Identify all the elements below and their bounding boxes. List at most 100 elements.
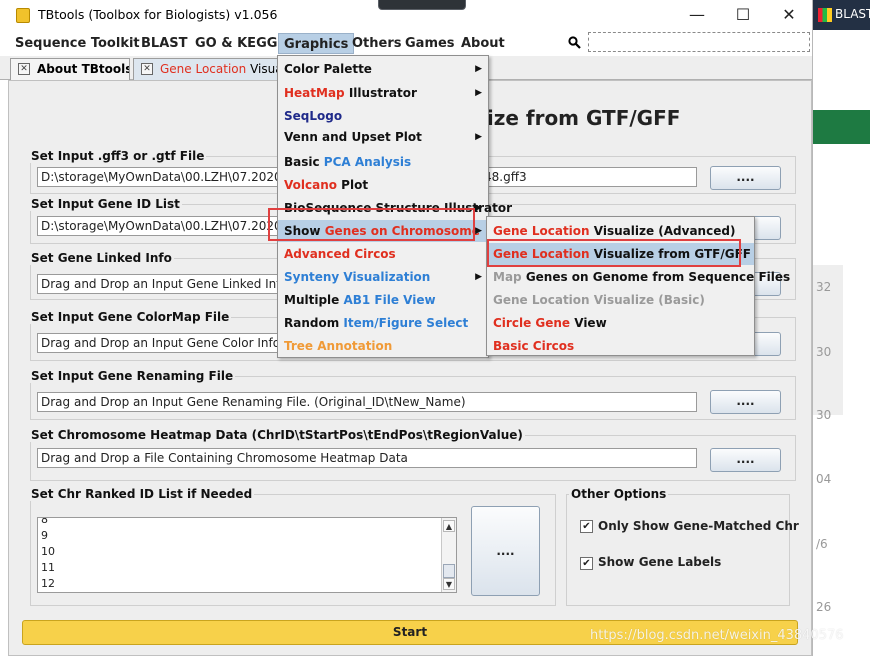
submenu-item-basic-circos[interactable]: Basic Circos: [487, 335, 754, 357]
list-item: 11: [41, 561, 55, 574]
menu-item-label-accent: Tree Annotation: [284, 339, 393, 353]
menu-item-synteny-visualization[interactable]: Synteny Visualization ▶: [278, 266, 488, 288]
tbtools-logo-icon: [16, 8, 30, 23]
renaming-browse-button[interactable]: ....: [710, 390, 781, 414]
group-label-renaming: Set Input Gene Renaming File: [29, 369, 236, 383]
menu-item-label: Visualize (Advanced): [589, 224, 736, 238]
menu-item-volcano-plot[interactable]: Volcano Plot: [278, 174, 488, 196]
list-item: 9: [41, 529, 48, 542]
check-icon: ✔: [582, 521, 591, 532]
menu-item-seqlogo[interactable]: SeqLogo: [278, 105, 488, 127]
submenu-arrow-icon: ▶: [475, 132, 482, 142]
list-item: 12: [41, 577, 55, 590]
background-titlebar: BLAST: [813, 0, 870, 30]
group-label-options: Other Options: [569, 487, 669, 501]
menu-item-color-palette[interactable]: Color Palette ▶: [278, 58, 488, 80]
group-label-ranked: Set Chr Ranked ID List if Needed: [29, 487, 255, 501]
gff-path-right: 48.gff3: [484, 170, 527, 184]
menu-item-heatmap-illustrator[interactable]: HeatMap Illustrator ▶: [278, 82, 488, 104]
tab-label-highlight: Gene Location: [160, 62, 247, 76]
background-number: 26: [816, 600, 832, 614]
submenu-item-circle-gene-view[interactable]: Circle Gene View: [487, 312, 754, 334]
tab-about-tbtools[interactable]: ✕ About TBtools: [10, 58, 130, 80]
background-window: BLAST 32 30 30 04 /6 26: [812, 0, 870, 656]
menu-item-label-accent: Circle Gene: [493, 316, 571, 330]
list-item: 10: [41, 545, 55, 558]
menu-item-label-accent: Basic Circos: [493, 339, 575, 353]
menu-item-tree-annotation[interactable]: Tree Annotation: [278, 335, 488, 357]
submenu-item-gene-location-basic[interactable]: Gene Location Visualize (Basic): [487, 289, 754, 311]
menu-item-label-accent: Volcano: [284, 178, 337, 192]
menu-others[interactable]: Others: [347, 33, 407, 54]
scroll-thumb[interactable]: [443, 564, 455, 578]
submenu-arrow-icon: ▶: [475, 203, 482, 213]
menu-item-label-accent: Gene Location: [493, 224, 590, 238]
chr-ranked-textarea[interactable]: 8 9 10 11 12: [37, 517, 457, 593]
group-label-gene-ids: Set Input Gene ID List: [29, 197, 182, 211]
minimize-button[interactable]: —: [674, 0, 720, 30]
background-title: BLAST: [835, 7, 870, 21]
menu-item-label-accent: AB1 File View: [343, 293, 436, 307]
renaming-field[interactable]: Drag and Drop an Input Gene Renaming Fil…: [37, 392, 697, 412]
menu-item-label-accent: HeatMap: [284, 86, 345, 100]
list-item: 8: [41, 517, 48, 526]
menu-item-advanced-circos[interactable]: Advanced Circos: [278, 243, 488, 265]
menu-item-random-select[interactable]: Random Item/Figure Select: [278, 312, 488, 334]
only-matched-checkbox[interactable]: ✔: [580, 520, 593, 533]
search-icon[interactable]: [568, 36, 581, 49]
only-matched-label: Only Show Gene-Matched Chr: [598, 519, 799, 533]
menu-go-kegg[interactable]: GO & KEGG: [190, 33, 282, 54]
watermark-text: https://blog.csdn.net/weixin_43840576: [590, 628, 844, 643]
menu-item-label-accent: Synteny Visualization: [284, 270, 431, 284]
menu-item-label-accent: PCA Analysis: [323, 155, 412, 169]
window-title: TBtools (Toolbox for Biologists) v1.056: [38, 7, 278, 22]
menu-item-basic-pca[interactable]: Basic PCA Analysis: [278, 151, 488, 173]
genes-on-chromosome-submenu: Gene Location Visualize (Advanced) Gene …: [486, 216, 790, 357]
menu-item-label: Basic: [284, 155, 324, 169]
scroll-up-icon[interactable]: ▲: [443, 520, 455, 532]
background-banner: [813, 110, 870, 144]
tab-close-icon[interactable]: ✕: [18, 63, 30, 75]
submenu-arrow-icon: ▶: [475, 64, 482, 74]
menu-item-label: View: [570, 316, 607, 330]
graphics-menu: Color Palette ▶ HeatMap Illustrator ▶ SeqL…: [277, 55, 512, 358]
menu-item-venn-upset[interactable]: Venn and Upset Plot ▶: [278, 126, 488, 148]
group-label-linked: Set Gene Linked Info: [29, 251, 174, 265]
background-app-icon: [818, 8, 832, 22]
group-label-colormap: Set Input Gene ColorMap File: [29, 310, 232, 324]
page-title: lize from GTF/GFF: [480, 106, 681, 130]
menu-item-label: Illustrator: [344, 86, 417, 100]
callout-highlight-box: [268, 208, 475, 241]
close-button[interactable]: ✕: [766, 0, 812, 30]
check-icon: ✔: [582, 558, 591, 569]
menu-item-label: Genes on Genome from Sequence Files: [521, 270, 791, 284]
heatmap-browse-button[interactable]: ....: [710, 448, 781, 472]
background-number: 32: [816, 280, 832, 294]
screen-notch: [378, 0, 466, 10]
gff-path-left: D:\storage\MyOwnData\00.LZH\07.2020110: [41, 170, 305, 184]
menu-item-label-accent: SeqLogo: [284, 109, 343, 123]
scroll-down-icon[interactable]: ▼: [443, 578, 455, 590]
menu-sequence-toolkit[interactable]: Sequence Toolkit: [10, 33, 145, 54]
maximize-button[interactable]: ☐: [720, 0, 766, 30]
menu-blast[interactable]: BLAST: [136, 33, 192, 54]
menu-graphics[interactable]: Graphics: [278, 33, 355, 54]
menu-item-label: Color Palette: [284, 62, 372, 76]
search-input[interactable]: [588, 32, 810, 52]
background-number: /6: [816, 537, 828, 551]
menu-item-ab1-file-view[interactable]: Multiple AB1 File View: [278, 289, 488, 311]
submenu-arrow-icon: ▶: [475, 226, 482, 236]
submenu-arrow-icon: ▶: [475, 272, 482, 282]
ranked-list-browse-button[interactable]: ....: [471, 506, 540, 596]
menu-about[interactable]: About: [456, 33, 510, 54]
show-labels-checkbox[interactable]: ✔: [580, 557, 593, 570]
tab-label: About TBtools: [37, 62, 130, 76]
tab-gene-location-visualize[interactable]: ✕ Gene Location Visualize from GTF/GFF: [133, 58, 283, 80]
menu-item-label: Plot: [337, 178, 369, 192]
heatmap-field[interactable]: Drag and Drop a File Containing Chromoso…: [37, 448, 697, 468]
list-scrollbar[interactable]: ▲ ▼: [441, 518, 456, 592]
submenu-item-map-genes-on-genome[interactable]: Map Genes on Genome from Sequence Files: [487, 266, 790, 288]
gff-browse-button[interactable]: ....: [710, 166, 781, 190]
menu-games[interactable]: Games: [400, 33, 460, 54]
tab-close-icon[interactable]: ✕: [141, 63, 153, 75]
